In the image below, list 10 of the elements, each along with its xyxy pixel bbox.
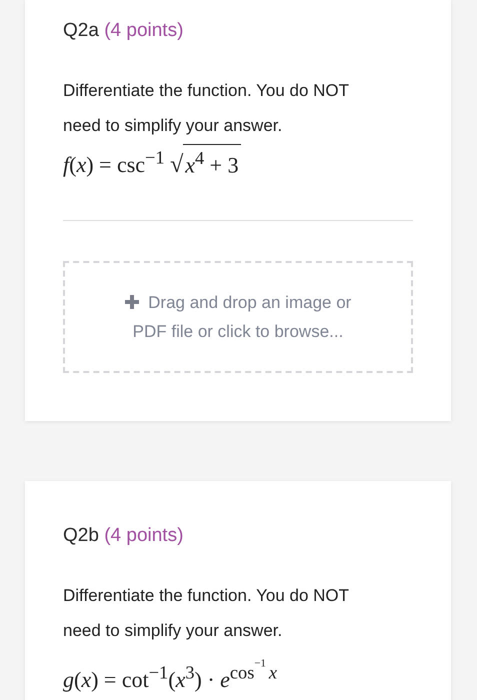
math-formula: f(x) = csc$^{−1}$ √x$^{4}$ + 3 <box>63 143 413 180</box>
question-text: Differentiate the function. You do NOT need to simplify your answer. <box>63 585 350 642</box>
file-drop-zone[interactable]: Drag and drop an image or PDF file or click to browse... <box>63 261 413 374</box>
upload-text: Drag and drop an image or PDF file or click to browse... <box>108 288 368 346</box>
plus-icon <box>124 295 139 310</box>
question-label: Q2b <box>63 525 99 546</box>
points-label: (4 points) <box>104 20 184 41</box>
question-text: Differentiate the function. You do NOT need to simplify your answer. <box>63 80 350 137</box>
question-label: Q2a <box>63 20 99 41</box>
points-label: (4 points) <box>104 525 184 546</box>
